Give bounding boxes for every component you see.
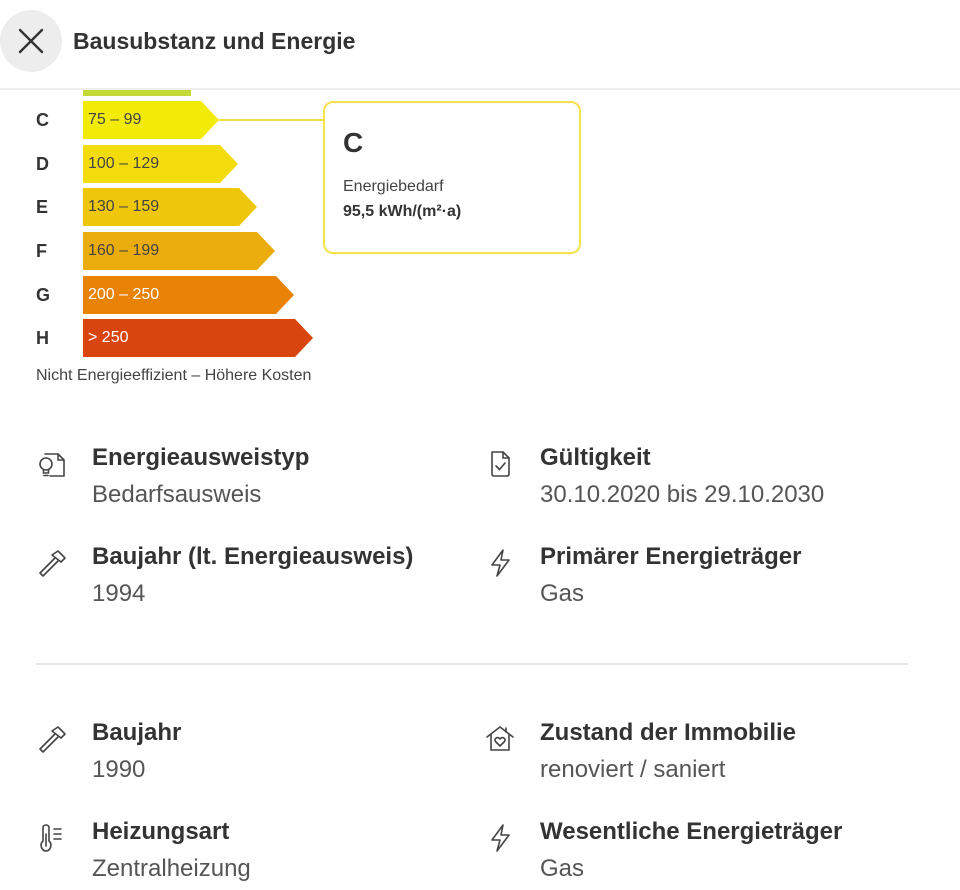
info-value: Bedarfsausweis (92, 481, 262, 508)
rating-range: > 250 (88, 329, 129, 346)
info-value: 1990 (92, 756, 146, 783)
rating-letter: H (36, 328, 49, 348)
rating-letter: G (36, 285, 51, 305)
info-value: Zentralheizung (92, 855, 251, 882)
info-value: 1994 (92, 580, 146, 607)
energy-class-callout: C Energiebedarf 95,5 kWh/(m²·a) (323, 101, 581, 254)
rating-bar: > 250 (83, 319, 313, 357)
rating-range: 130 – 159 (88, 198, 160, 215)
info-label: Baujahr (92, 719, 182, 746)
dialog-header: Bausubstanz und Energie (0, 0, 960, 90)
info-label: Heizungsart (92, 818, 230, 845)
rating-range: 75 – 99 (88, 111, 142, 128)
close-button[interactable] (0, 10, 62, 72)
rating-letter: D (36, 154, 49, 174)
rating-range: 160 – 199 (88, 242, 160, 259)
info-label: Baujahr (lt. Energieausweis) (92, 543, 414, 570)
callout-label: Energiebedarf (343, 178, 444, 195)
rating-range: 100 – 129 (88, 155, 160, 172)
rating-bar: 130 – 159 (83, 188, 257, 226)
rating-letter: F (36, 241, 47, 261)
info-label: Zustand der Immobilie (540, 719, 797, 746)
rating-bar: 160 – 199 (83, 232, 275, 270)
info-label: Wesentliche Energieträger (540, 818, 843, 845)
info-value: Gas (540, 580, 585, 607)
page-title: Bausubstanz und Energie (73, 28, 356, 54)
info-value: 30.10.2020 bis 29.10.2030 (540, 481, 825, 508)
section-divider (36, 663, 908, 665)
info-value: Gas (540, 855, 585, 882)
rating-bar: 100 – 129 (83, 145, 238, 183)
info-value: renoviert / saniert (540, 756, 726, 783)
info-label: Gültigkeit (540, 444, 651, 471)
callout-class: C (343, 127, 364, 158)
rating-letter: E (36, 197, 49, 217)
rating-bar: 75 – 99 (83, 101, 219, 139)
rating-letter: C (36, 110, 49, 130)
info-label: Primärer Energieträger (540, 543, 802, 570)
callout-value: 95,5 kWh/(m²·a) (343, 203, 462, 220)
lightbulb-document-icon (39, 453, 65, 477)
house-heart-icon (486, 726, 514, 751)
rating-range: 200 – 250 (88, 286, 160, 303)
rating-bar: 200 – 250 (83, 276, 294, 314)
scale-caption: Nicht Energieeffizient – Höhere Kosten (36, 367, 312, 384)
close-icon (18, 28, 44, 54)
hammer-icon (39, 550, 66, 577)
info-label: Energieausweistyp (92, 444, 310, 471)
callout-pointer (218, 119, 324, 121)
lightning-icon (491, 824, 510, 852)
lightning-icon (491, 549, 510, 577)
thermometer-icon (40, 824, 62, 852)
document-check-icon (491, 451, 510, 477)
hammer-icon (39, 726, 66, 753)
